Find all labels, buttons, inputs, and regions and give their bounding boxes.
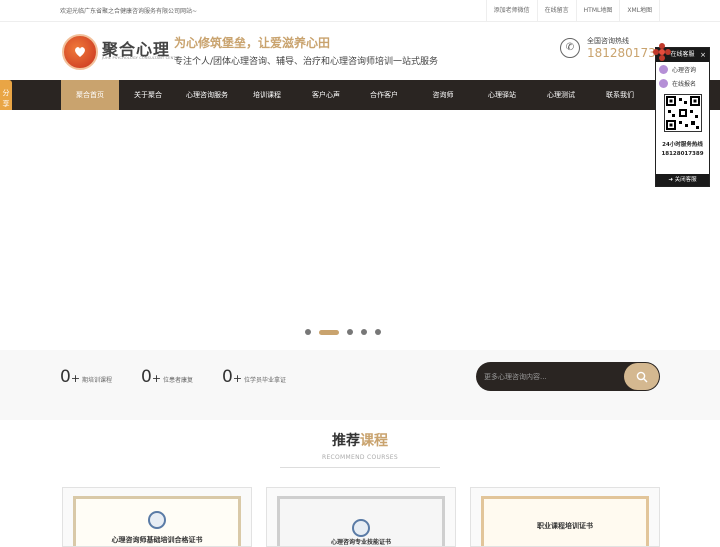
site-header: 聚合心理 JUHE PSYCHOLOGY CONSULTANT CENTER 为… (0, 22, 720, 80)
main-nav: 聚合首页 关于聚合 心理咨询服务 培训课程 客户心声 合作客户 咨询师 心理驿站… (0, 80, 720, 110)
top-bar: 欢迎光临广东省聚之合健康咨询服务有限公司网站~ 添加老师微信 在线留言 HTML… (0, 0, 720, 22)
logo-icon[interactable] (62, 34, 98, 70)
stat-number: 0 (141, 367, 152, 387)
nav-item-counselors[interactable]: 咨询师 (413, 80, 473, 110)
top-links: 添加老师微信 在线留言 HTML地图 XML地图 (485, 0, 660, 22)
qr-code-icon (663, 94, 702, 132)
hotline-number: 18128017389 (661, 151, 704, 157)
phone-label: 全国咨询热线 (587, 37, 629, 45)
certificate-image: 心理咨询专业技能证书 (277, 496, 445, 546)
carousel-dot[interactable] (361, 329, 367, 335)
course-card[interactable]: 心理咨询专业技能证书 (266, 487, 456, 547)
service-item-label: 心理咨询 (672, 66, 697, 74)
carousel-dot-active[interactable] (319, 329, 339, 335)
section-title: 推荐课程 (0, 430, 720, 450)
stat-label: 位患者康复 (163, 377, 194, 384)
seal-icon (352, 519, 370, 537)
nav-item-counseling[interactable]: 心理咨询服务 (177, 80, 237, 110)
online-service-panel: 在线客服 × 心理咨询 在线报名 24小时服务热线 18128017389 ➜ … (655, 47, 710, 187)
nav-item-testimonials[interactable]: 客户心声 (297, 80, 355, 110)
nav-item-station[interactable]: 心理驿站 (473, 80, 531, 110)
close-icon[interactable]: × (700, 48, 706, 62)
avatar-icon (659, 64, 668, 74)
course-title: 职业课程培训证书 (537, 522, 593, 530)
top-link-xml-map[interactable]: XML地图 (619, 0, 660, 22)
service-item-counseling[interactable]: 心理咨询 (656, 62, 709, 76)
top-link-message[interactable]: 在线留言 (536, 0, 576, 22)
stat-plus: + (70, 372, 81, 385)
nav-item-partners[interactable]: 合作客户 (355, 80, 413, 110)
search-box (476, 362, 660, 391)
phone-icon: ✆ (560, 38, 580, 58)
service-item-signup[interactable]: 在线报名 (656, 76, 709, 90)
stat-courses: 0 + 期培训课程 (60, 367, 112, 387)
course-card[interactable]: 心理咨询师基础培训合格证书 (62, 487, 252, 547)
stat-plus: + (151, 372, 162, 385)
nav-item-home[interactable]: 聚合首页 (61, 80, 119, 110)
service-item-label: 在线报名 (672, 80, 697, 88)
stat-label: 期培训课程 (82, 377, 113, 384)
banner-carousel (0, 110, 720, 350)
search-button[interactable] (624, 363, 659, 390)
certificate-image: 职业课程培训证书 (481, 496, 649, 546)
section-title-highlight: 课程 (360, 433, 388, 449)
search-icon (636, 371, 647, 382)
seal-icon (148, 511, 166, 529)
top-link-wechat[interactable]: 添加老师微信 (485, 0, 537, 22)
stat-number: 0 (60, 367, 71, 387)
service-panel-title: 在线客服 (670, 51, 695, 58)
section-subtitle: RECOMMEND COURSES (321, 454, 398, 461)
carousel-dot[interactable] (375, 329, 381, 335)
nav-item-contact[interactable]: 联系我们 (591, 80, 649, 110)
hotline-label: 24小时服务热线 (662, 142, 703, 148)
nav-item-training[interactable]: 培训课程 (237, 80, 297, 110)
stat-graduates: 0 + 位学员毕业拿证 (222, 367, 286, 387)
logo-english: JUHE PSYCHOLOGY CONSULTANT CENTER (102, 56, 181, 60)
stat-plus: + (232, 372, 243, 385)
course-title: 心理咨询专业技能证书 (330, 539, 391, 546)
carousel-dot[interactable] (347, 329, 353, 335)
avatar-icon (659, 78, 668, 88)
course-card[interactable]: 职业课程培训证书 (470, 487, 660, 547)
stat-recovered: 0 + 位患者康复 (141, 367, 193, 387)
search-input[interactable] (484, 369, 614, 384)
certificate-image: 心理咨询师基础培训合格证书 (73, 496, 241, 546)
sub-slogan: 专注个人/团体心理咨询、辅导、治疗和心理咨询师培训一站式服务 (174, 57, 439, 67)
course-title: 心理咨询师基础培训合格证书 (111, 536, 203, 544)
nav-item-about[interactable]: 关于聚合 (119, 80, 177, 110)
flower-icon (653, 43, 671, 61)
stat-number: 0 (222, 367, 233, 387)
nav-item-test[interactable]: 心理测试 (531, 80, 591, 110)
slogan: 为心修筑堡垒，让爱滋养心田 (174, 36, 331, 50)
close-service-button[interactable]: ➜ 关闭客服 (656, 174, 709, 186)
carousel-dot[interactable] (305, 329, 311, 335)
close-service-label: 关闭客服 (674, 177, 697, 183)
top-link-html-map[interactable]: HTML地图 (575, 0, 620, 22)
carousel-dots (305, 329, 381, 335)
welcome-text: 欢迎光临广东省聚之合健康咨询服务有限公司网站~ (60, 8, 198, 15)
section-divider (280, 467, 440, 468)
section-title-main: 推荐 (332, 433, 360, 449)
stat-label: 位学员毕业拿证 (244, 377, 287, 384)
